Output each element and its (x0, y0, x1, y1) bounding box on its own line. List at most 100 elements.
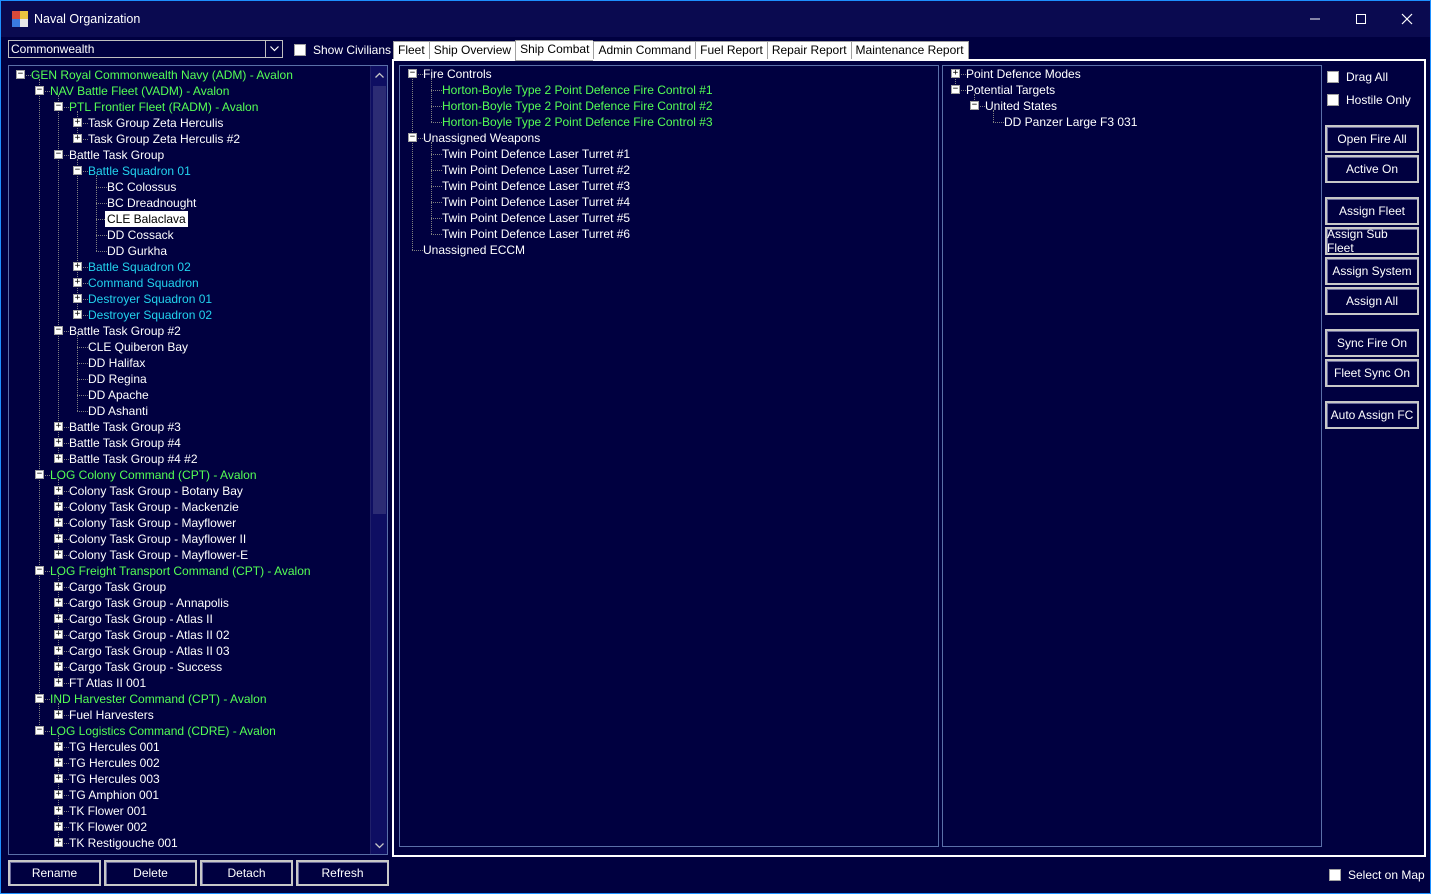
tree-node[interactable]: Twin Point Defence Laser Turret #6 (442, 226, 630, 242)
expand-icon[interactable]: + (54, 790, 63, 799)
tree-node[interactable]: DD Regina (88, 371, 147, 387)
tree-node[interactable]: Task Group Zeta Herculis (88, 115, 223, 131)
expand-icon[interactable]: + (54, 582, 63, 591)
fleet-tree[interactable]: − GEN Royal Commonwealth Navy (ADM) - Ava… (9, 66, 371, 854)
expand-icon[interactable]: + (951, 69, 960, 78)
tree-node[interactable]: TG Hercules 001 (69, 739, 160, 755)
expand-icon[interactable]: + (54, 838, 63, 847)
expand-icon[interactable]: + (54, 678, 63, 687)
maximize-icon[interactable] (1338, 1, 1384, 37)
tree-node[interactable]: TK Flower 001 (69, 803, 147, 819)
tree-node[interactable]: CLE Quiberon Bay (88, 339, 188, 355)
expand-icon[interactable]: + (54, 486, 63, 495)
tree-node[interactable]: Battle Squadron 02 (88, 259, 191, 275)
chevron-down-icon[interactable] (265, 41, 282, 57)
expand-icon[interactable]: + (73, 278, 82, 287)
expand-icon[interactable]: + (54, 646, 63, 655)
tab-fleet[interactable]: Fleet (393, 41, 429, 60)
tree-node[interactable]: Command Squadron (88, 275, 199, 291)
select-on-map-checkbox[interactable]: Select on Map (1329, 868, 1425, 882)
expand-icon[interactable]: + (54, 598, 63, 607)
tree-node[interactable]: Twin Point Defence Laser Turret #2 (442, 162, 630, 178)
tree-node[interactable]: TG Hercules 003 (69, 771, 160, 787)
tab-repair-report[interactable]: Repair Report (766, 41, 851, 60)
show-civilians-checkbox[interactable]: Show Civilians (294, 43, 391, 57)
collapse-icon[interactable]: − (16, 70, 25, 79)
fleet-sync-on-button[interactable]: Fleet Sync On (1325, 359, 1419, 387)
collapse-icon[interactable]: − (408, 133, 417, 142)
collapse-icon[interactable]: − (73, 166, 82, 175)
collapse-icon[interactable]: − (970, 101, 979, 110)
fire-control-tree[interactable]: − Fire Controls Horton-Boyle Type 2 Point … (400, 66, 938, 846)
tree-node[interactable]: Cargo Task Group - Success (69, 659, 222, 675)
tree-node[interactable]: Battle Task Group #3 (69, 419, 181, 435)
tree-node[interactable]: Destroyer Squadron 02 (88, 307, 212, 323)
tree-node[interactable]: Destroyer Squadron 01 (88, 291, 212, 307)
tree-node[interactable]: Fuel Harvesters (69, 707, 154, 723)
tree-node[interactable]: CLE Balaclava (105, 211, 188, 227)
tree-node[interactable]: TG Amphion 001 (69, 787, 159, 803)
tree-node[interactable]: Fire Controls (423, 66, 492, 82)
tree-node[interactable]: LOG Freight Transport Command (CPT) - Av… (50, 563, 311, 579)
minimize-icon[interactable] (1292, 1, 1338, 37)
fleet-tree-scrollbar[interactable] (370, 66, 387, 854)
tree-node[interactable]: GEN Royal Commonwealth Navy (ADM) - Aval… (31, 67, 293, 83)
collapse-icon[interactable]: − (951, 85, 960, 94)
tree-node[interactable]: BC Colossus (107, 179, 176, 195)
targets-tree[interactable]: + Point Defence Modes − Potential Targets − U… (943, 66, 1321, 846)
sync-fire-on-button[interactable]: Sync Fire On (1325, 329, 1419, 357)
expand-icon[interactable]: + (73, 310, 82, 319)
rename-button[interactable]: Rename (7, 859, 102, 887)
collapse-icon[interactable]: − (54, 326, 63, 335)
checkbox-box[interactable] (1327, 94, 1339, 106)
tree-node[interactable]: Colony Task Group - Mayflower-E (69, 547, 248, 563)
collapse-icon[interactable]: − (54, 102, 63, 111)
collapse-icon[interactable]: − (35, 726, 44, 735)
expand-icon[interactable]: + (54, 742, 63, 751)
tree-node[interactable]: LOG Colony Command (CPT) - Avalon (50, 467, 257, 483)
tree-node[interactable]: Horton-Boyle Type 2 Point Defence Fire C… (442, 82, 713, 98)
collapse-icon[interactable]: − (35, 694, 44, 703)
tree-node[interactable]: Cargo Task Group - Atlas II 02 (69, 627, 230, 643)
tree-node[interactable]: Horton-Boyle Type 2 Point Defence Fire C… (442, 98, 713, 114)
tree-node[interactable]: Cargo Task Group (69, 579, 166, 595)
expand-icon[interactable]: + (54, 630, 63, 639)
expand-icon[interactable]: + (73, 294, 82, 303)
scroll-down-icon[interactable] (371, 837, 387, 854)
scroll-up-icon[interactable] (371, 66, 387, 83)
expand-icon[interactable]: + (54, 454, 63, 463)
tree-node[interactable]: TK Restigouche 001 (69, 835, 178, 851)
expand-icon[interactable]: + (54, 550, 63, 559)
tree-node[interactable]: DD Ashanti (88, 403, 148, 419)
collapse-icon[interactable]: − (35, 566, 44, 575)
tree-node[interactable]: Battle Task Group (69, 147, 164, 163)
assign-all-button[interactable]: Assign All (1325, 287, 1419, 315)
expand-icon[interactable]: + (54, 534, 63, 543)
auto-assign-fc-button[interactable]: Auto Assign FC (1325, 401, 1419, 429)
tree-node[interactable]: Cargo Task Group - Annapolis (69, 595, 229, 611)
tree-node[interactable]: BC Dreadnought (107, 195, 196, 211)
tree-node[interactable]: United States (985, 98, 1057, 114)
collapse-icon[interactable]: − (35, 470, 44, 479)
tree-node[interactable]: LOG Logistics Command (CDRE) - Avalon (50, 723, 276, 739)
checkbox-box[interactable] (1329, 869, 1341, 881)
tree-node[interactable]: Twin Point Defence Laser Turret #1 (442, 146, 630, 162)
tree-node[interactable]: FT Atlas II 001 (69, 675, 146, 691)
tree-node[interactable]: Twin Point Defence Laser Turret #5 (442, 210, 630, 226)
tree-node[interactable]: Battle Task Group #4 (69, 435, 181, 451)
expand-icon[interactable]: + (54, 710, 63, 719)
tree-node[interactable]: TG Hercules 002 (69, 755, 160, 771)
close-icon[interactable] (1384, 1, 1430, 37)
expand-icon[interactable]: + (54, 518, 63, 527)
assign-fleet-button[interactable]: Assign Fleet (1325, 197, 1419, 225)
expand-icon[interactable]: + (54, 614, 63, 623)
tree-node[interactable]: Point Defence Modes (966, 66, 1081, 82)
expand-icon[interactable]: + (73, 118, 82, 127)
tab-admin-command[interactable]: Admin Command (593, 41, 696, 60)
tree-node[interactable]: DD Halifax (88, 355, 145, 371)
tree-node[interactable]: DD Gurkha (107, 243, 167, 259)
drag-all-checkbox[interactable]: Drag All (1327, 70, 1388, 84)
tree-node[interactable]: Cargo Task Group - Atlas II (69, 611, 213, 627)
expand-icon[interactable]: + (54, 822, 63, 831)
tab-ship-overview[interactable]: Ship Overview (428, 41, 516, 60)
